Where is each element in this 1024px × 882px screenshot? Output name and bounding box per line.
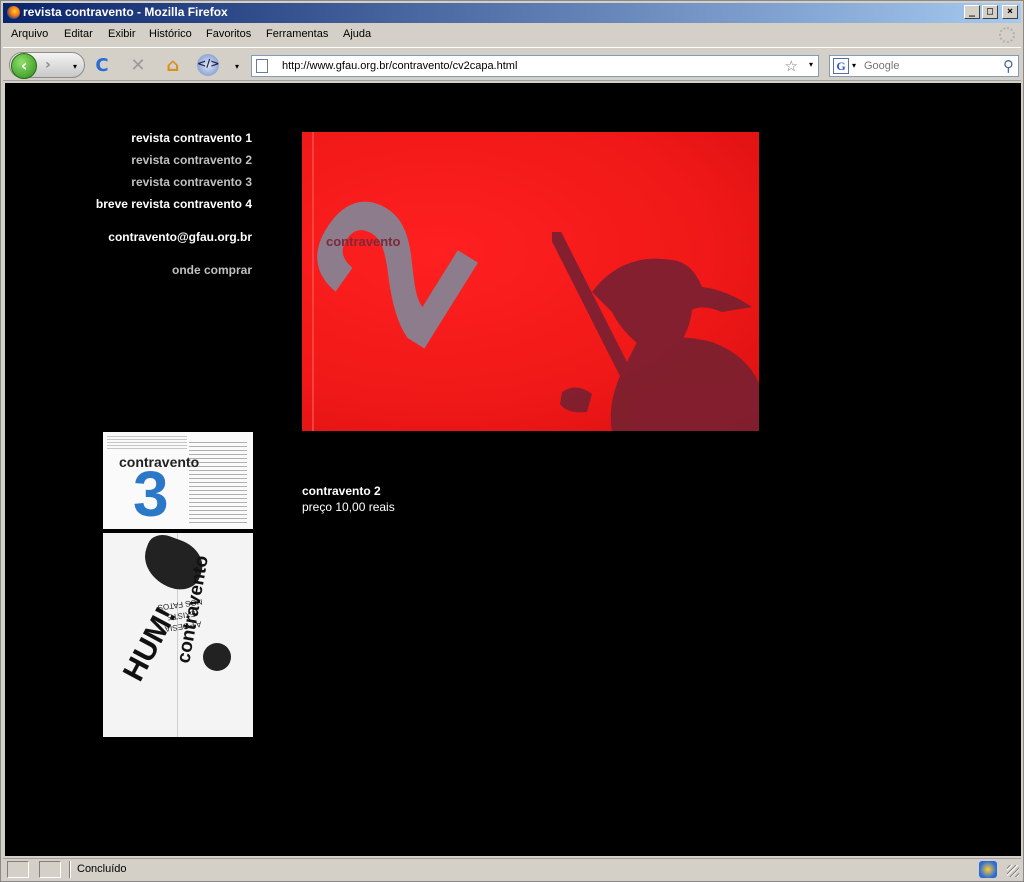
link-onde-comprar[interactable]: onde comprar <box>172 263 252 277</box>
link-revista-2[interactable]: revista contravento 2 <box>131 153 252 167</box>
menu-arquivo[interactable]: Arquivo <box>11 28 48 40</box>
page-icon <box>256 59 268 73</box>
home-icon[interactable]: ⌂ <box>163 56 183 76</box>
menu-exibir[interactable]: Exibir <box>108 28 136 40</box>
bookmark-star-icon[interactable]: ☆ <box>785 57 798 75</box>
back-button[interactable]: ‹ <box>11 53 37 79</box>
menu-favoritos[interactable]: Favoritos <box>206 28 251 40</box>
status-bar: Concluído <box>3 858 1021 880</box>
menu-ferramentas[interactable]: Ferramentas <box>266 28 328 40</box>
link-revista-1[interactable]: revista contravento 1 <box>131 131 252 145</box>
window-controls: _ □ × <box>964 5 1018 19</box>
thumb4-figure-head <box>203 643 231 671</box>
throbber-icon <box>999 27 1015 43</box>
menu-editar[interactable]: Editar <box>64 28 93 40</box>
web-developer-icon[interactable]: </> <box>197 54 219 76</box>
minimize-button[interactable]: _ <box>964 5 980 19</box>
status-text: Concluído <box>77 863 127 875</box>
browser-window: revista contravento - Mozilla Firefox _ … <box>0 0 1024 882</box>
search-engine-dropdown-icon[interactable]: ▾ <box>852 61 856 70</box>
thumbnail-issue-3[interactable]: contravento 3 <box>103 432 253 529</box>
issue-info: contravento 2 preço 10,00 reais <box>302 483 395 515</box>
google-icon[interactable]: G <box>833 58 849 74</box>
url-dropdown-icon[interactable]: ▾ <box>809 60 813 69</box>
resize-grip-icon[interactable] <box>1007 865 1019 877</box>
close-button[interactable]: × <box>1002 5 1018 19</box>
cover-title: contravento <box>326 234 401 249</box>
address-bar[interactable]: ☆ ▾ <box>251 55 819 77</box>
thumb3-text-block <box>107 436 187 450</box>
cowboy-silhouette <box>552 232 759 431</box>
extension-dropdown-icon[interactable]: ▾ <box>235 62 239 71</box>
stop-icon[interactable]: ✕ <box>128 56 148 76</box>
status-cursor-icon[interactable] <box>7 861 29 878</box>
menu-bar: Arquivo Editar Exibir Histórico Favorito… <box>3 25 1021 45</box>
search-icon[interactable]: ⚲ <box>1003 57 1014 75</box>
issue-price: preço 10,00 reais <box>302 500 395 514</box>
history-dropdown-icon[interactable]: ▾ <box>73 62 77 71</box>
reload-icon[interactable]: C <box>92 56 112 76</box>
status-panel-icon[interactable] <box>39 861 61 878</box>
extension-status-icon[interactable] <box>979 861 997 878</box>
navigation-toolbar: ‹ › ▾ C ✕ ⌂ </> ▾ ☆ ▾ G ▾ ⚲ <box>3 47 1021 81</box>
link-revista-3[interactable]: revista contravento 3 <box>131 175 252 189</box>
firefox-icon <box>6 5 21 20</box>
cover-image: 2 contravento <box>302 132 759 431</box>
thumb4-headline: HUM! <box>116 601 183 687</box>
status-separator <box>69 861 71 878</box>
maximize-button[interactable]: □ <box>982 5 998 19</box>
page-content: revista contravento 1 revista contravent… <box>5 83 1021 856</box>
menu-ajuda[interactable]: Ajuda <box>343 28 371 40</box>
title-bar: revista contravento - Mozilla Firefox _ … <box>3 3 1021 23</box>
window-title: revista contravento - Mozilla Firefox <box>23 5 228 19</box>
forward-button[interactable]: › <box>45 57 51 73</box>
search-input[interactable] <box>864 58 992 74</box>
thumbnail-issue-4[interactable]: A POESIA EXISTE NOS FATOS HUM! contraven… <box>103 533 253 737</box>
email-link[interactable]: contravento@gfau.org.br <box>108 230 252 244</box>
thumb3-number: 3 <box>133 458 169 529</box>
link-revista-4[interactable]: breve revista contravento 4 <box>96 197 252 211</box>
search-bar[interactable]: G ▾ ⚲ <box>829 55 1019 77</box>
issue-title: contravento 2 <box>302 484 381 498</box>
menu-historico[interactable]: Histórico <box>149 28 192 40</box>
url-input[interactable] <box>282 58 772 74</box>
cover-number: 2 <box>302 154 521 379</box>
